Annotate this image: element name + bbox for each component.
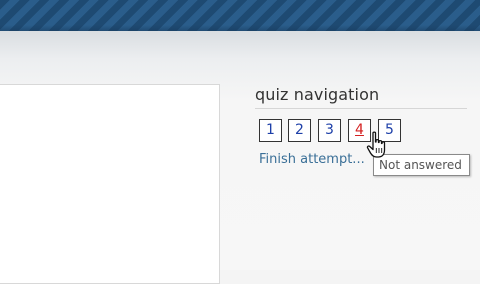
question-button-2[interactable]: 2 bbox=[288, 119, 311, 142]
finish-attempt-link[interactable]: Finish attempt... bbox=[259, 152, 365, 167]
quiz-navigation-title: quiz navigation bbox=[255, 85, 380, 104]
quiz-navigation-divider bbox=[255, 108, 467, 109]
question-button-3[interactable]: 3 bbox=[318, 119, 341, 142]
main-content-panel bbox=[0, 84, 220, 284]
hand-pointer-cursor-icon bbox=[366, 131, 386, 158]
question-button-1[interactable]: 1 bbox=[259, 119, 282, 142]
site-header-bar bbox=[0, 0, 480, 31]
